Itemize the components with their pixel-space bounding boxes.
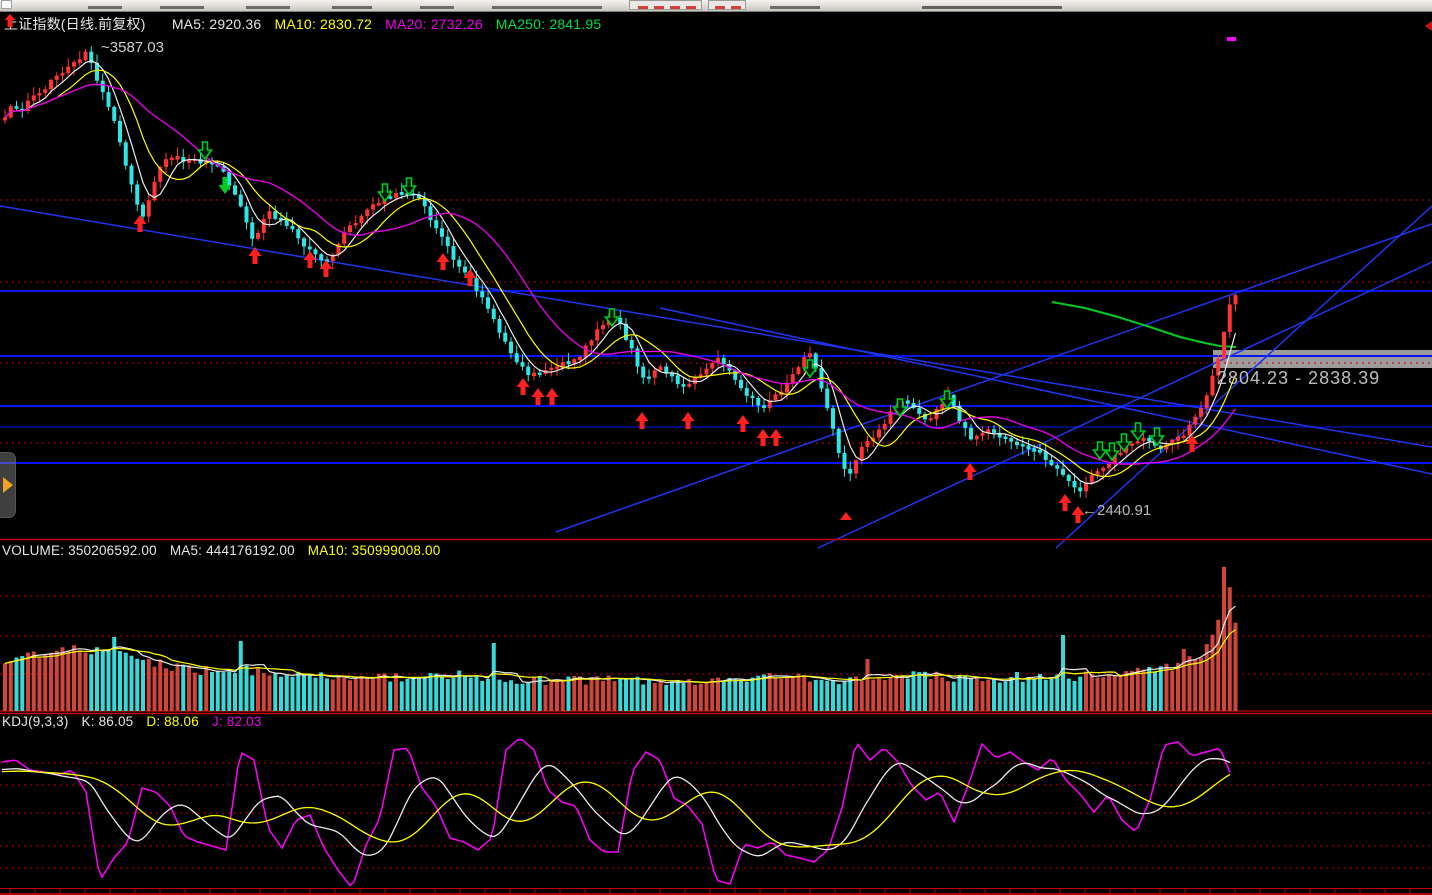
menu-item-fragment[interactable]	[332, 6, 372, 9]
kdj-k-value: K: 86.05	[81, 714, 133, 729]
high-price-annotation: ~3587.03	[101, 39, 164, 56]
window-corner	[1, 0, 12, 9]
symbol-label: 上证指数(日线.前复权)	[4, 16, 146, 32]
main-chart-legend: 上证指数(日线.前复权) MA5: 2920.36 MA10: 2830.72 …	[4, 14, 610, 34]
volume-value: VOLUME: 350206592.00	[2, 543, 157, 558]
menu-item-fragment[interactable]	[88, 6, 122, 9]
ma10-value: MA10: 2830.72	[274, 16, 372, 32]
buy-signal-arrow	[636, 412, 649, 429]
menu-bar	[0, 0, 1432, 12]
buy-signal-arrow	[964, 463, 977, 480]
stock-chart-window: { "main_panel": { "legend": { "symbol": …	[0, 0, 1432, 895]
buy-signal-arrow	[517, 378, 530, 395]
quote-readout-box	[629, 0, 702, 10]
menu-item-fragment[interactable]	[160, 6, 204, 9]
ma5-value: MA5: 2920.36	[172, 16, 262, 32]
sidebar-expand-handle[interactable]	[0, 452, 16, 518]
volume-legend: VOLUME: 350206592.00 MA5: 444176192.00 M…	[2, 543, 449, 558]
sell-signal-arrow	[1118, 434, 1131, 451]
right-edge-chevron-icon[interactable]	[1425, 21, 1432, 31]
buy-signal-arrow	[757, 429, 770, 446]
buy-signal-arrow	[682, 412, 695, 429]
volume-ma10-value: MA10: 350999008.00	[308, 543, 441, 558]
expand-arrow-icon	[3, 477, 13, 493]
drawing-mark	[1227, 37, 1236, 41]
kdj-j-value: J: 82.03	[212, 714, 262, 729]
buy-signal-arrow	[1059, 494, 1072, 511]
chart-canvas[interactable]	[0, 0, 1432, 895]
kdj-legend: KDJ(9,3,3) K: 86.05 D: 88.06 J: 82.03	[2, 714, 271, 729]
sell-signal-arrow	[1132, 423, 1145, 440]
kdj-name: KDJ(9,3,3)	[2, 714, 69, 729]
menu-item-fragment[interactable]	[492, 6, 602, 9]
buy-signal-arrow	[737, 415, 750, 432]
kdj-d-value: D: 88.06	[146, 714, 199, 729]
menu-item-fragment[interactable]	[420, 6, 454, 9]
buy-signal-arrow	[546, 388, 559, 405]
volume-ma5-value: MA5: 444176192.00	[170, 543, 295, 558]
ma250-value: MA250: 2841.95	[496, 16, 602, 32]
ma20-value: MA20: 2732.26	[385, 16, 483, 32]
menu-item-fragment[interactable]	[246, 6, 290, 9]
buy-signal-arrow	[532, 388, 545, 405]
buy-signal-triangle	[840, 512, 852, 520]
low-price-annotation: ←2440.91	[1082, 502, 1151, 519]
menu-item-fragment[interactable]	[770, 6, 820, 9]
quote-readout-box	[708, 0, 746, 10]
buy-signal-arrow	[437, 253, 450, 270]
gap-annotation: 2804.23 - 2838.39	[1217, 368, 1380, 389]
menu-item-fragment[interactable]	[922, 6, 1062, 9]
